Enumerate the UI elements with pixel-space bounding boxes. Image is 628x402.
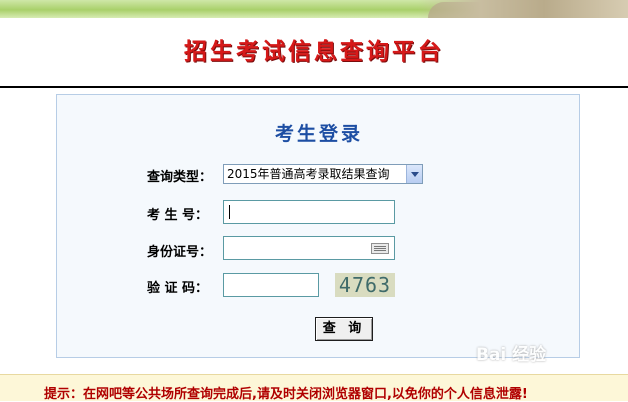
exam-number-input[interactable] [223,200,395,224]
baidu-watermark: Bai 经验 [476,345,547,365]
query-type-selected: 2015年普通高考录取结果查询 [227,167,390,181]
query-type-label: 查询类型： [147,170,213,185]
query-type-select[interactable]: 2015年普通高考录取结果查询 [223,164,423,184]
text-caret [229,205,230,219]
page-title: 招生考试信息查询平台 [184,38,444,65]
header-banner [0,0,628,18]
login-title: 考生登录 [274,123,363,145]
chevron-down-icon[interactable] [406,165,422,183]
keyboard-icon[interactable] [371,243,389,254]
login-panel: 考生登录 查询类型： 2015年普通高考录取结果查询 考 生 号： 身份证号： … [56,94,580,358]
banner-image [418,0,628,18]
notice-text: 提示：在网吧等公共场所查询完成后,请及时关闭浏览器窗口,以免你的个人信息泄露! [44,387,528,402]
captcha-input[interactable] [223,273,319,297]
header-divider [0,86,628,88]
id-number-label: 身份证号： [147,245,213,260]
id-number-input[interactable] [223,236,395,260]
query-button[interactable]: 查 询 [315,317,373,341]
captcha-label: 验 证 码： [147,281,209,296]
captcha-image[interactable]: 4763 [335,273,395,297]
exam-number-label: 考 生 号： [147,208,209,223]
notice-bar: 提示：在网吧等公共场所查询完成后,请及时关闭浏览器窗口,以免你的个人信息泄露! [0,374,628,402]
